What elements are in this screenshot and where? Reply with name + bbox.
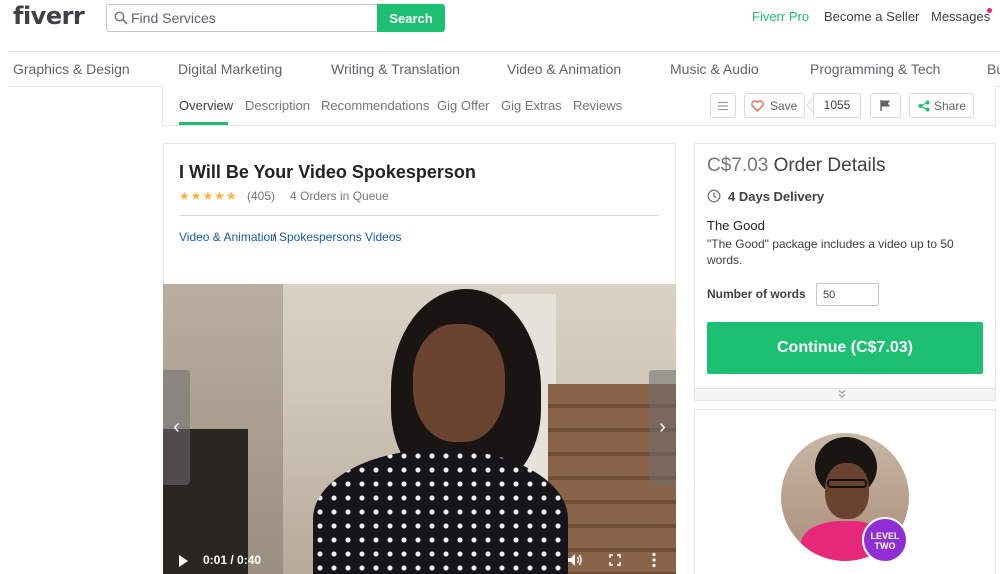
- orders-in-queue: 4 Orders in Queue: [290, 189, 389, 203]
- delivery-time: 4 Days Delivery: [728, 189, 825, 204]
- next-media-button[interactable]: ›: [649, 370, 676, 485]
- tab-overview[interactable]: Overview: [179, 98, 233, 113]
- gig-video-player[interactable]: ‹ › 0:01 / 0:40: [163, 284, 676, 574]
- order-heading: C$7.03 Order Details: [707, 155, 885, 177]
- tab-gig-offer[interactable]: Gig Offer: [437, 98, 490, 113]
- become-seller-link[interactable]: Become a Seller: [824, 9, 919, 24]
- save-label: Save: [770, 99, 798, 113]
- tab-recommendations[interactable]: Recommendations: [321, 98, 429, 113]
- order-title: Order Details: [773, 155, 886, 176]
- flag-icon: [880, 100, 890, 111]
- level-badge-line2: TWO: [874, 541, 896, 551]
- rating-stars: ★★★★★: [179, 189, 238, 203]
- search-button[interactable]: Search: [377, 4, 445, 32]
- save-count: 1055: [813, 93, 861, 118]
- tab-reviews[interactable]: Reviews: [573, 98, 622, 113]
- order-price: C$7.03: [707, 155, 769, 176]
- play-icon[interactable]: [179, 555, 188, 567]
- search-icon: [114, 11, 128, 25]
- category-digital-marketing[interactable]: Digital Marketing: [178, 61, 282, 77]
- fiverr-logo[interactable]: fiverr: [13, 2, 85, 30]
- words-input[interactable]: [816, 283, 879, 306]
- package-name: The Good: [707, 218, 765, 233]
- share-label: Share: [934, 99, 967, 113]
- menu-icon: [718, 101, 728, 110]
- fullscreen-icon[interactable]: [609, 554, 621, 566]
- chevron-down-icon: [838, 390, 846, 398]
- video-controls: 0:01 / 0:40: [163, 546, 676, 574]
- fiverr-pro-link[interactable]: Fiverr Pro: [752, 9, 809, 24]
- active-tab-indicator: [179, 122, 228, 125]
- avatar-glasses: [827, 479, 867, 488]
- top-header: fiverr Search Fiverr Pro Become a Seller…: [0, 0, 1000, 38]
- avatar-face: [825, 463, 869, 519]
- level-badge-line1: LEVEL: [870, 531, 900, 541]
- save-button[interactable]: Save: [744, 93, 805, 118]
- header-divider: [8, 51, 1000, 52]
- category-graphics-design[interactable]: Graphics & Design: [13, 61, 130, 77]
- tab-description[interactable]: Description: [245, 98, 310, 113]
- spokesperson-face: [413, 324, 505, 442]
- gig-divider: [179, 215, 659, 216]
- report-button[interactable]: [870, 93, 901, 118]
- volume-icon[interactable]: [567, 553, 583, 567]
- continue-button[interactable]: Continue (C$7.03): [707, 322, 983, 374]
- search-input[interactable]: [131, 8, 371, 28]
- messages-link[interactable]: Messages: [931, 9, 990, 24]
- share-button[interactable]: Share: [909, 93, 974, 118]
- share-icon: [918, 100, 930, 112]
- tab-gig-extras[interactable]: Gig Extras: [501, 98, 562, 113]
- heart-icon: [751, 100, 764, 112]
- menu-button[interactable]: [710, 93, 736, 118]
- video-time: 0:01 / 0:40: [203, 553, 262, 567]
- seller-level-badge: LEVEL TWO: [862, 517, 908, 563]
- more-options-icon[interactable]: [652, 552, 656, 568]
- category-music-audio[interactable]: Music & Audio: [670, 61, 759, 77]
- expand-order-toggle[interactable]: [695, 388, 995, 400]
- category-programming-tech[interactable]: Programming & Tech: [810, 61, 940, 77]
- breadcrumb-subcategory[interactable]: Spokespersons Videos: [279, 230, 402, 244]
- category-business[interactable]: Bu: [987, 61, 1000, 77]
- review-count[interactable]: (405): [247, 189, 275, 203]
- search-box: [106, 4, 378, 32]
- prev-media-button[interactable]: ‹: [163, 370, 190, 485]
- search-bar: Search: [106, 4, 446, 32]
- breadcrumb-category[interactable]: Video & Animation: [179, 230, 277, 244]
- words-label: Number of words: [707, 287, 806, 301]
- clock-icon: [707, 189, 721, 203]
- messages-notification-dot: [987, 8, 992, 13]
- category-writing-translation[interactable]: Writing & Translation: [331, 61, 460, 77]
- breadcrumb-separator: /: [269, 230, 280, 244]
- package-description: "The Good" package includes a video up t…: [707, 237, 954, 267]
- gig-title: I Will Be Your Video Spokesperson: [179, 162, 476, 182]
- category-video-animation[interactable]: Video & Animation: [507, 61, 621, 77]
